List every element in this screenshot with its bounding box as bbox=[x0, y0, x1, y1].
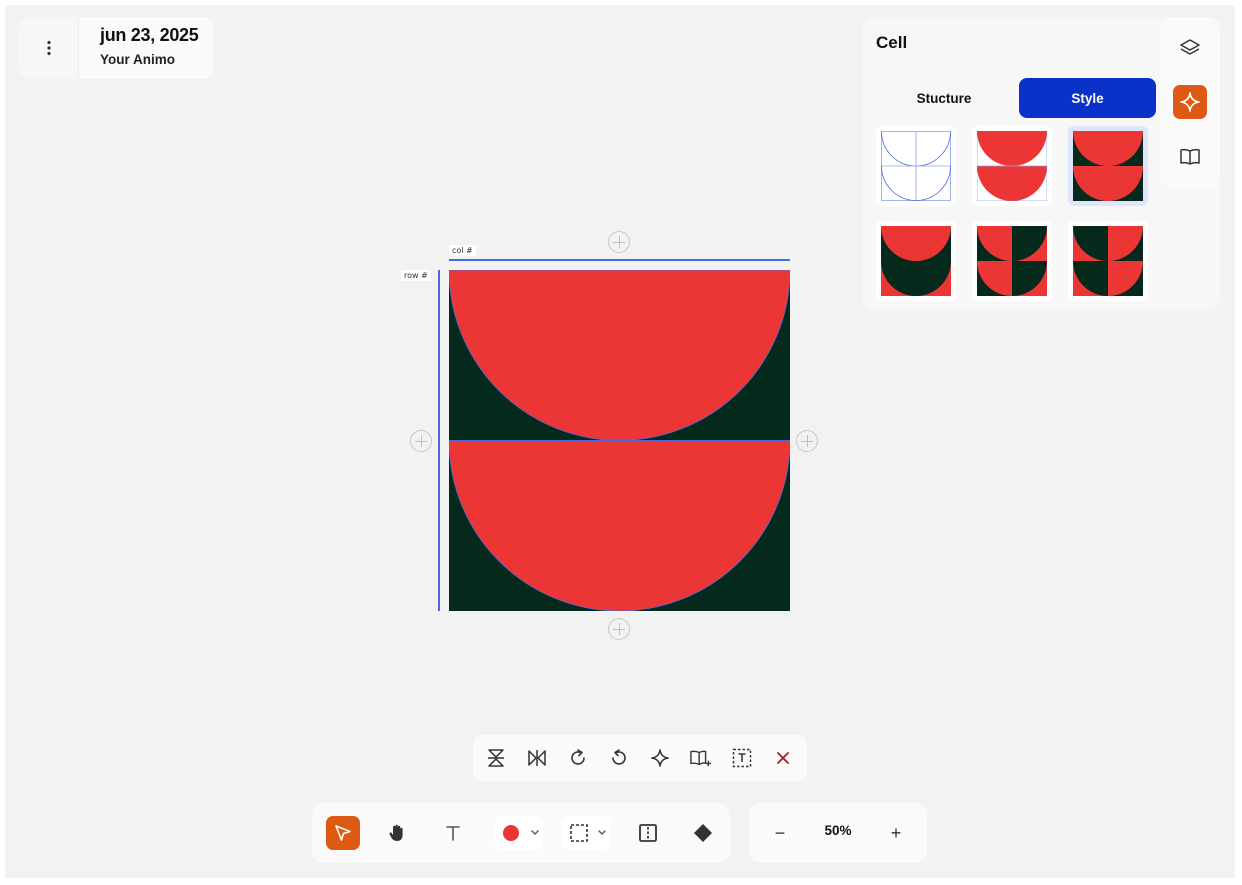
selection-box-tool[interactable] bbox=[562, 816, 610, 850]
color-swatch-icon bbox=[503, 825, 539, 841]
zoom-level: 50% bbox=[824, 823, 852, 838]
text-frame-button[interactable] bbox=[726, 742, 758, 774]
column-guide bbox=[449, 259, 790, 261]
tab-structure[interactable]: Stucture bbox=[876, 78, 1012, 118]
fill-tool-button[interactable] bbox=[686, 816, 720, 850]
row-guide bbox=[438, 270, 440, 611]
zoom-control: − 50% + bbox=[749, 803, 927, 863]
add-to-library-button[interactable] bbox=[685, 742, 717, 774]
rotate-cw-button[interactable] bbox=[562, 742, 594, 774]
layers-button[interactable] bbox=[1173, 31, 1207, 65]
row-tag: row # bbox=[401, 270, 431, 281]
split-tool-button[interactable] bbox=[631, 816, 665, 850]
panel-title: Cell bbox=[876, 33, 908, 52]
app-canvas-area: jun 23, 2025 Your Animo col # row # Cell… bbox=[5, 5, 1235, 878]
fill-bucket-icon bbox=[694, 824, 712, 842]
book-icon bbox=[1180, 148, 1200, 165]
delete-cell-button[interactable] bbox=[767, 742, 799, 774]
flip-vertical-icon bbox=[488, 749, 504, 767]
select-arrow-icon bbox=[335, 825, 351, 841]
cell-action-bar bbox=[473, 735, 807, 782]
hand-icon bbox=[389, 824, 403, 841]
text-frame-icon bbox=[732, 748, 752, 768]
swatch-mixed3-preview bbox=[1073, 226, 1143, 296]
style-swatch-mixed-2[interactable] bbox=[972, 221, 1052, 301]
sparkle-icon bbox=[651, 749, 669, 767]
split-icon bbox=[639, 824, 657, 842]
flip-horizontal-button[interactable] bbox=[521, 742, 553, 774]
add-row-top-button[interactable] bbox=[608, 231, 630, 253]
sparkle-icon bbox=[1180, 92, 1200, 112]
color-picker[interactable] bbox=[495, 816, 543, 850]
main-toolbar bbox=[312, 803, 730, 863]
add-row-bottom-button[interactable] bbox=[608, 618, 630, 640]
flip-vertical-button[interactable] bbox=[480, 742, 512, 774]
style-swatch-outline[interactable] bbox=[876, 126, 956, 206]
swatch-mixed2-preview bbox=[977, 226, 1047, 296]
library-button[interactable] bbox=[1173, 140, 1207, 174]
rotate-ccw-button[interactable] bbox=[603, 742, 635, 774]
style-generator-button[interactable] bbox=[1173, 85, 1207, 119]
add-column-left-button[interactable] bbox=[410, 430, 432, 452]
pattern-cell[interactable] bbox=[449, 270, 790, 611]
zoom-out-button[interactable]: − bbox=[765, 818, 795, 848]
add-to-library-icon bbox=[690, 750, 712, 767]
hand-tool-button[interactable] bbox=[380, 816, 414, 850]
minus-icon: − bbox=[774, 822, 786, 843]
select-tool-button[interactable] bbox=[326, 816, 360, 850]
side-rail bbox=[1160, 17, 1220, 189]
col-tag: col # bbox=[449, 245, 476, 256]
close-icon bbox=[777, 752, 789, 764]
text-tool-button[interactable] bbox=[436, 816, 470, 850]
generate-button[interactable] bbox=[644, 742, 676, 774]
layers-icon bbox=[1180, 39, 1200, 55]
rotate-ccw-icon bbox=[612, 749, 626, 765]
style-swatch-mixed-1[interactable] bbox=[876, 221, 956, 301]
style-swatch-red-on-dark[interactable] bbox=[1068, 126, 1148, 206]
plus-icon: + bbox=[890, 822, 902, 843]
rotate-cw-icon bbox=[571, 749, 585, 765]
swatch-red-dark-preview bbox=[1073, 131, 1143, 201]
zoom-in-button[interactable]: + bbox=[881, 818, 911, 848]
style-swatch-mixed-3[interactable] bbox=[1068, 221, 1148, 301]
selection-box-icon bbox=[570, 824, 606, 842]
swatch-outline-preview bbox=[881, 131, 951, 201]
add-column-right-button[interactable] bbox=[796, 430, 818, 452]
swatch-mixed1-preview bbox=[881, 226, 951, 296]
tab-style[interactable]: Style bbox=[1019, 78, 1156, 118]
style-swatch-red-on-white[interactable] bbox=[972, 126, 1052, 206]
swatch-red-white-preview bbox=[977, 131, 1047, 201]
flip-horizontal-icon bbox=[528, 750, 546, 766]
text-tool-icon bbox=[446, 826, 460, 841]
